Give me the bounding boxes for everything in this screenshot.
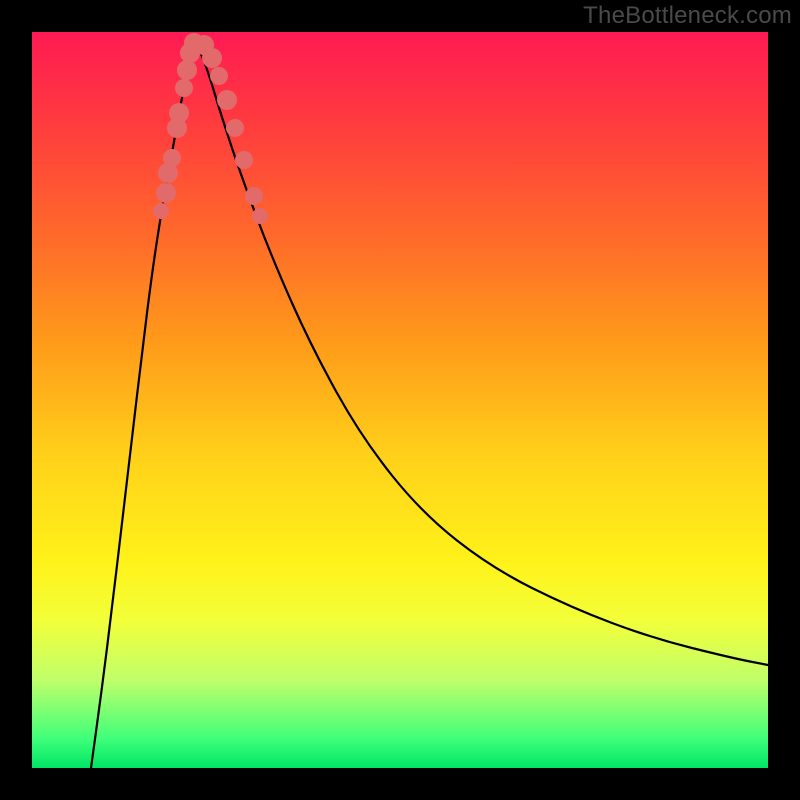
- marker-dot: [252, 208, 268, 224]
- chart-frame: TheBottleneck.com: [0, 0, 800, 800]
- marker-dot: [210, 67, 228, 85]
- marker-dot: [245, 187, 263, 205]
- marker-dot: [217, 90, 237, 110]
- watermark-label: TheBottleneck.com: [583, 2, 792, 30]
- marker-dot: [163, 149, 181, 167]
- curve-left-branch: [91, 40, 195, 768]
- curve-svg: [32, 32, 768, 768]
- marker-dot: [235, 151, 253, 169]
- marker-dot: [226, 119, 244, 137]
- curve-right-branch: [195, 40, 768, 665]
- marker-dot: [153, 203, 169, 219]
- marker-dot: [202, 48, 222, 68]
- marker-dot: [169, 103, 189, 123]
- marker-dot: [177, 60, 197, 80]
- plot-area: [32, 32, 768, 768]
- marker-cluster: [153, 33, 268, 224]
- marker-dot: [156, 183, 176, 203]
- marker-dot: [175, 79, 193, 97]
